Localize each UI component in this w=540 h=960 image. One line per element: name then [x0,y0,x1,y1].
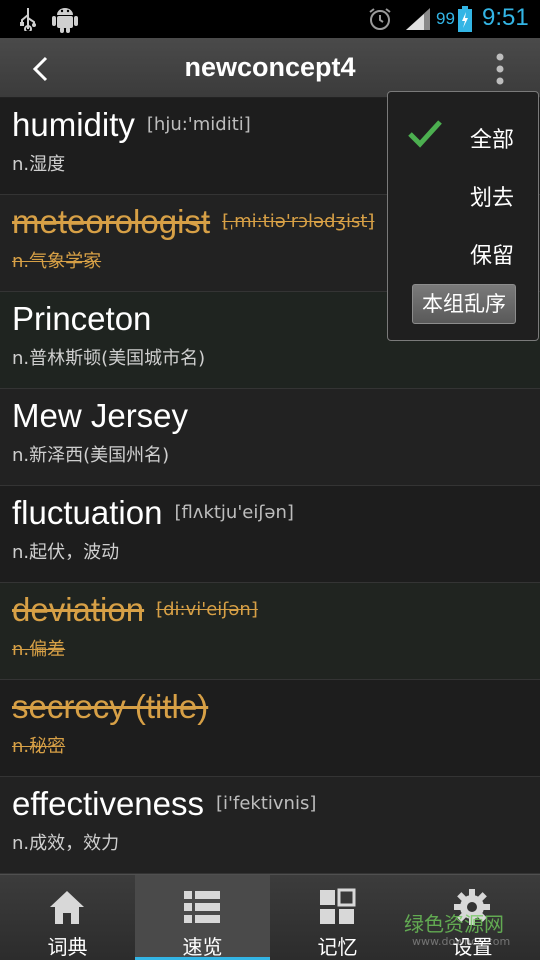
watermark-text: 绿色资源网 [404,912,504,936]
battery-percent: 99 [436,9,455,28]
action-bar: newconcept4 [0,38,540,98]
tab-memory[interactable]: 记忆 [270,875,405,960]
word-text: Mew Jersey [12,397,189,434]
phonetic-text: [di:vi'eiʃən] [156,599,258,620]
meaning-text: n.起伏，波动 [12,542,120,563]
clock: 9:51 [482,4,529,31]
phonetic-text: [i'fektivnis] [216,793,317,814]
signal-icon [406,8,430,30]
alarm-icon [369,8,391,30]
usb-icon [20,8,36,31]
grid-icon [320,888,356,924]
word-text: effectiveness [12,785,205,822]
tab-dictionary[interactable]: 词典 [0,875,135,960]
meaning-text: n.秘密 [12,736,66,757]
list-item[interactable]: secrecy (title) n.秘密 [0,680,540,777]
meaning-text: n.湿度 [12,154,66,175]
android-debug-icon [52,8,78,33]
battery-icon [458,6,472,32]
meaning-text: n.成效，效力 [12,833,120,854]
list-icon [184,891,220,923]
word-text: fluctuation [12,494,163,531]
meaning-text: n.普林斯顿(美国城市名) [12,348,206,369]
menu-item-crossed[interactable]: 划去 [470,180,514,212]
menu-item-all[interactable]: 全部 [470,122,514,154]
page-title: newconcept4 [184,52,356,82]
shuffle-group-button[interactable]: 本组乱序 [412,284,516,324]
tab-label: 速览 [182,935,223,959]
phonetic-text: [ˌmi:tiə'rɔlədʒist] [222,211,375,232]
check-icon [408,120,442,148]
meaning-text: n.气象学家 [12,251,102,272]
list-item[interactable]: Mew Jersey n.新泽西(美国州名) [0,389,540,486]
tab-label: 记忆 [317,935,358,959]
watermark-url: www.downcc.com [412,935,511,948]
meaning-text: n.偏差 [12,639,66,660]
app-screen: 99 9:51 newconcept4 humidity [hju:'miditi… [0,0,540,960]
tab-label: 词典 [47,935,88,959]
phonetic-text: [flʌktju'eiʃən] [174,502,294,523]
word-text: Princeton [12,300,152,337]
word-text: secrecy (title) [12,688,209,725]
list-item[interactable]: deviation [di:vi'eiʃən] n.偏差 [0,583,540,680]
filter-popup-menu: 全部 划去 保留 本组乱序 [387,91,539,341]
list-item[interactable]: fluctuation [flʌktju'eiʃən] n.起伏，波动 [0,486,540,583]
menu-item-kept[interactable]: 保留 [470,238,514,270]
tab-browse[interactable]: 速览 [135,875,270,960]
list-item[interactable]: effectiveness [i'fektivnis] n.成效，效力 [0,777,540,874]
meaning-text: n.新泽西(美国州名) [12,445,170,466]
status-bar: 99 9:51 [0,0,540,38]
word-text: meteorologist [12,203,211,240]
word-text: deviation [12,591,145,628]
overflow-menu-icon[interactable] [486,52,514,86]
phonetic-text: [hju:'miditi] [146,114,251,135]
word-text: humidity [12,106,135,143]
home-icon [50,891,84,924]
